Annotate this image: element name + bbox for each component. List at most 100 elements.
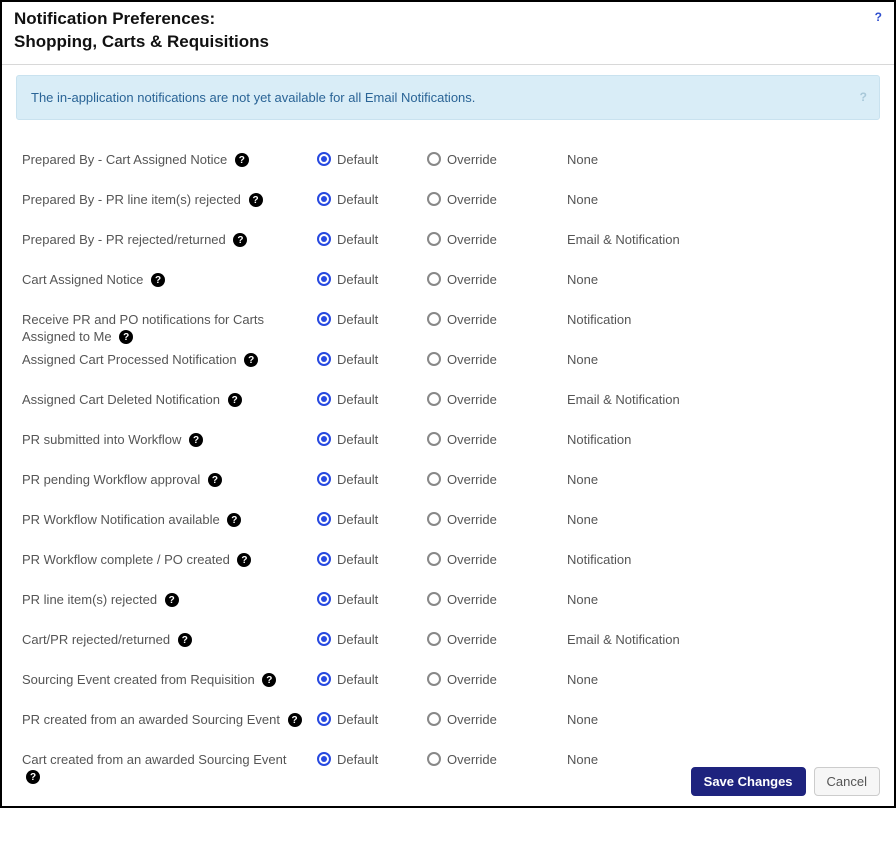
default-option[interactable]: Default bbox=[317, 552, 427, 567]
radio-default[interactable] bbox=[317, 712, 331, 726]
radio-default-label: Default bbox=[337, 552, 378, 567]
default-option[interactable]: Default bbox=[317, 632, 427, 647]
override-option[interactable]: Override bbox=[427, 152, 567, 167]
pref-row: Prepared By - Cart Assigned Notice ? Defa… bbox=[22, 152, 874, 192]
override-option[interactable]: Override bbox=[427, 672, 567, 687]
default-option[interactable]: Default bbox=[317, 392, 427, 407]
question-icon[interactable]: ? bbox=[165, 593, 179, 607]
pref-label-text: Prepared By - Cart Assigned Notice bbox=[22, 152, 227, 167]
question-icon[interactable]: ? bbox=[208, 473, 222, 487]
question-icon[interactable]: ? bbox=[262, 673, 276, 687]
radio-override-label: Override bbox=[447, 672, 497, 687]
question-icon[interactable]: ? bbox=[233, 233, 247, 247]
help-icon[interactable]: ? bbox=[875, 10, 882, 24]
question-icon[interactable]: ? bbox=[288, 713, 302, 727]
override-option[interactable]: Override bbox=[427, 432, 567, 447]
radio-override[interactable] bbox=[427, 672, 441, 686]
override-option[interactable]: Override bbox=[427, 712, 567, 727]
override-option[interactable]: Override bbox=[427, 752, 567, 767]
radio-default[interactable] bbox=[317, 472, 331, 486]
question-icon[interactable]: ? bbox=[244, 353, 258, 367]
radio-default[interactable] bbox=[317, 312, 331, 326]
default-option[interactable]: Default bbox=[317, 312, 427, 327]
radio-override-label: Override bbox=[447, 312, 497, 327]
radio-override[interactable] bbox=[427, 352, 441, 366]
radio-default[interactable] bbox=[317, 192, 331, 206]
radio-override[interactable] bbox=[427, 312, 441, 326]
radio-override[interactable] bbox=[427, 152, 441, 166]
default-option[interactable]: Default bbox=[317, 192, 427, 207]
radio-default[interactable] bbox=[317, 552, 331, 566]
override-option[interactable]: Override bbox=[427, 632, 567, 647]
radio-override[interactable] bbox=[427, 512, 441, 526]
radio-override-label: Override bbox=[447, 272, 497, 287]
pref-label-text: Receive PR and PO notifications for Cart… bbox=[22, 312, 264, 344]
info-banner-text: The in-application notifications are not… bbox=[31, 90, 475, 105]
radio-override[interactable] bbox=[427, 392, 441, 406]
question-icon[interactable]: ? bbox=[26, 770, 40, 784]
radio-default[interactable] bbox=[317, 672, 331, 686]
default-option[interactable]: Default bbox=[317, 272, 427, 287]
question-icon[interactable]: ? bbox=[227, 513, 241, 527]
radio-override[interactable] bbox=[427, 592, 441, 606]
banner-help-icon[interactable]: ? bbox=[860, 90, 867, 104]
override-option[interactable]: Override bbox=[427, 352, 567, 367]
pref-value: None bbox=[567, 152, 874, 167]
override-option[interactable]: Override bbox=[427, 312, 567, 327]
radio-default[interactable] bbox=[317, 392, 331, 406]
question-icon[interactable]: ? bbox=[189, 433, 203, 447]
radio-override[interactable] bbox=[427, 472, 441, 486]
radio-default[interactable] bbox=[317, 272, 331, 286]
cancel-button[interactable]: Cancel bbox=[814, 767, 880, 796]
default-option[interactable]: Default bbox=[317, 512, 427, 527]
radio-default[interactable] bbox=[317, 432, 331, 446]
question-icon[interactable]: ? bbox=[228, 393, 242, 407]
radio-override[interactable] bbox=[427, 752, 441, 766]
radio-default[interactable] bbox=[317, 152, 331, 166]
default-option[interactable]: Default bbox=[317, 472, 427, 487]
radio-override-label: Override bbox=[447, 472, 497, 487]
question-icon[interactable]: ? bbox=[119, 330, 133, 344]
override-option[interactable]: Override bbox=[427, 272, 567, 287]
override-option[interactable]: Override bbox=[427, 592, 567, 607]
question-icon[interactable]: ? bbox=[249, 193, 263, 207]
default-option[interactable]: Default bbox=[317, 592, 427, 607]
override-option[interactable]: Override bbox=[427, 552, 567, 567]
pref-label-text: PR Workflow complete / PO created bbox=[22, 552, 230, 567]
radio-override[interactable] bbox=[427, 632, 441, 646]
default-option[interactable]: Default bbox=[317, 352, 427, 367]
radio-default[interactable] bbox=[317, 512, 331, 526]
radio-default-label: Default bbox=[337, 512, 378, 527]
radio-default[interactable] bbox=[317, 352, 331, 366]
default-option[interactable]: Default bbox=[317, 752, 427, 767]
radio-override[interactable] bbox=[427, 232, 441, 246]
radio-override[interactable] bbox=[427, 192, 441, 206]
default-option[interactable]: Default bbox=[317, 232, 427, 247]
radio-override[interactable] bbox=[427, 552, 441, 566]
radio-override[interactable] bbox=[427, 272, 441, 286]
pref-label: Assigned Cart Deleted Notification ? bbox=[22, 392, 317, 409]
question-icon[interactable]: ? bbox=[237, 553, 251, 567]
question-icon[interactable]: ? bbox=[178, 633, 192, 647]
default-option[interactable]: Default bbox=[317, 712, 427, 727]
radio-default[interactable] bbox=[317, 632, 331, 646]
radio-default[interactable] bbox=[317, 752, 331, 766]
override-option[interactable]: Override bbox=[427, 232, 567, 247]
question-icon[interactable]: ? bbox=[235, 153, 249, 167]
radio-default[interactable] bbox=[317, 592, 331, 606]
radio-override[interactable] bbox=[427, 432, 441, 446]
override-option[interactable]: Override bbox=[427, 192, 567, 207]
radio-default-label: Default bbox=[337, 592, 378, 607]
radio-override[interactable] bbox=[427, 712, 441, 726]
override-option[interactable]: Override bbox=[427, 512, 567, 527]
default-option[interactable]: Default bbox=[317, 432, 427, 447]
save-button[interactable]: Save Changes bbox=[691, 767, 806, 796]
radio-default[interactable] bbox=[317, 232, 331, 246]
override-option[interactable]: Override bbox=[427, 472, 567, 487]
override-option[interactable]: Override bbox=[427, 392, 567, 407]
question-icon[interactable]: ? bbox=[151, 273, 165, 287]
pref-label: Prepared By - PR line item(s) rejected ? bbox=[22, 192, 317, 209]
radio-override-label: Override bbox=[447, 392, 497, 407]
default-option[interactable]: Default bbox=[317, 672, 427, 687]
default-option[interactable]: Default bbox=[317, 152, 427, 167]
